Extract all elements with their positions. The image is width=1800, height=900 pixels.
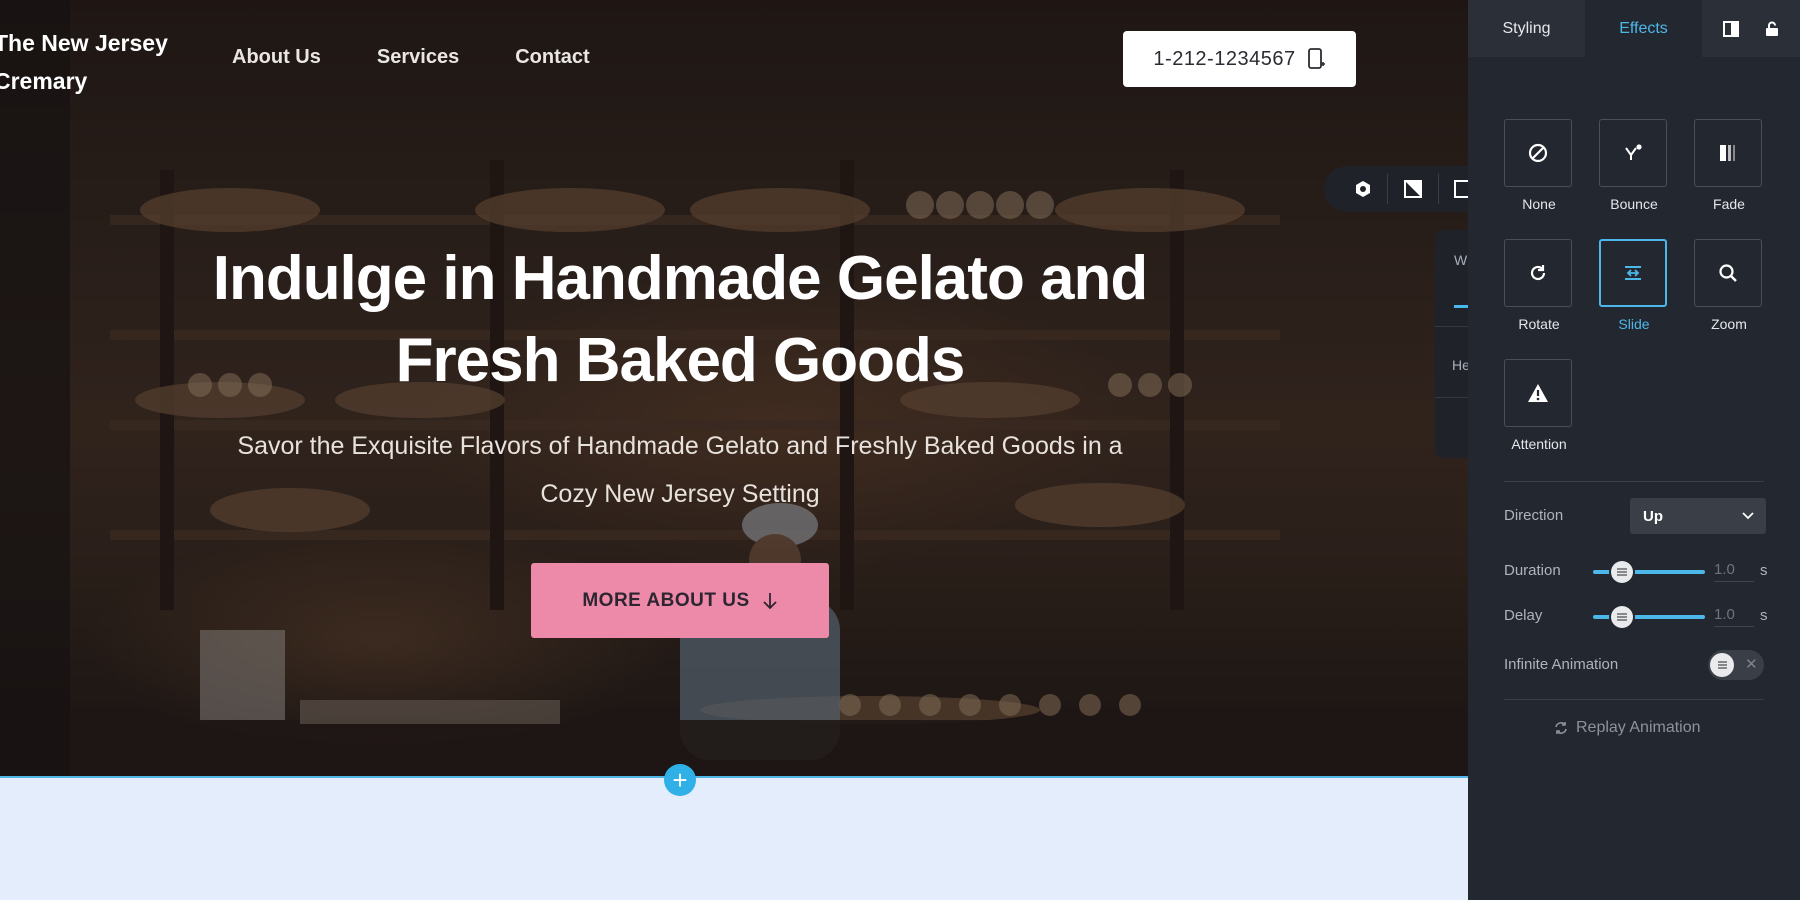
effect-label: Bounce: [1610, 196, 1658, 212]
panel-divider: [1504, 481, 1764, 482]
element-toolbar: [1324, 166, 1468, 212]
peek-tab-label: W: [1454, 252, 1468, 268]
infinite-animation-toggle[interactable]: ✕: [1708, 650, 1764, 680]
effect-label: Rotate: [1518, 316, 1560, 332]
section-boundary-line: [0, 776, 1468, 778]
delay-unit: s: [1760, 607, 1768, 624]
editor-canvas: The New Jersey Cremary About Us Services…: [0, 0, 1468, 900]
effect-bounce[interactable]: Bounce: [1599, 119, 1669, 212]
nav-item-about-us[interactable]: About Us: [232, 46, 321, 69]
effect-fade[interactable]: Fade: [1694, 119, 1764, 212]
arrow-down-icon: [763, 592, 777, 609]
panel-divider: [1504, 699, 1764, 700]
mobile-phone-icon: [1307, 48, 1325, 69]
replay-label: Replay Animation: [1576, 719, 1701, 736]
duration-input[interactable]: 1.0: [1714, 561, 1754, 582]
attention-icon: [1504, 359, 1572, 427]
peek-row-label: He: [1452, 357, 1468, 373]
phone-number: 1-212-1234567: [1153, 47, 1296, 70]
effect-label: Slide: [1618, 316, 1650, 332]
duration-label: Duration: [1504, 562, 1561, 579]
hero-heading[interactable]: Indulge in Handmade Gelato and Fresh Bak…: [160, 238, 1200, 402]
select-box-icon[interactable]: [1439, 166, 1468, 212]
panel-tab-icons: [1702, 0, 1800, 57]
phone-button[interactable]: 1-212-1234567: [1123, 31, 1356, 87]
slide-icon: [1599, 239, 1667, 307]
style-icon[interactable]: [1388, 166, 1437, 212]
rotate-icon: [1504, 239, 1572, 307]
direction-select[interactable]: Up: [1630, 498, 1766, 534]
effect-none[interactable]: None: [1504, 119, 1574, 212]
nav-item-contact[interactable]: Contact: [515, 46, 589, 69]
replay-icon: [1555, 722, 1567, 734]
duration-unit: s: [1760, 562, 1768, 579]
none-icon: [1504, 119, 1572, 187]
duration-slider[interactable]: [1593, 561, 1705, 583]
site-brand[interactable]: The New Jersey Cremary: [0, 24, 184, 100]
hero-section[interactable]: The New Jersey Cremary About Us Services…: [0, 0, 1468, 776]
replay-animation-button[interactable]: Replay Animation: [1554, 719, 1701, 737]
infinite-animation-label: Infinite Animation: [1504, 656, 1619, 673]
close-icon: ✕: [1745, 656, 1758, 673]
effect-slide[interactable]: Slide: [1599, 239, 1669, 332]
toggle-knob: [1710, 653, 1734, 677]
effect-attention[interactable]: Attention: [1504, 359, 1574, 452]
effect-label: Fade: [1713, 196, 1745, 212]
slider-handle[interactable]: [1611, 561, 1633, 583]
zoom-icon: [1694, 239, 1762, 307]
effect-label: Attention: [1511, 436, 1567, 452]
delay-label: Delay: [1504, 607, 1543, 624]
effect-label: None: [1522, 196, 1556, 212]
unlock-icon[interactable]: [1762, 19, 1782, 39]
layout-icon[interactable]: [1721, 19, 1741, 39]
peek-divider: [1435, 326, 1468, 327]
direction-value: Up: [1643, 507, 1663, 525]
peek-tab-underline: [1454, 305, 1468, 308]
effects-settings-panel: Styling Effects None Bounce Fade Rotate …: [1468, 0, 1800, 900]
delay-input[interactable]: 1.0: [1714, 606, 1754, 627]
hero-subheading[interactable]: Savor the Exquisite Flavors of Handmade …: [230, 422, 1130, 518]
slider-handle[interactable]: [1611, 606, 1633, 628]
add-section-button[interactable]: +: [664, 764, 696, 796]
chevron-down-icon: [1742, 512, 1754, 520]
effect-zoom[interactable]: Zoom: [1694, 239, 1764, 332]
tab-styling[interactable]: Styling: [1468, 0, 1585, 57]
nav-item-services[interactable]: Services: [377, 46, 459, 69]
delay-slider[interactable]: [1593, 606, 1705, 628]
effect-label: Zoom: [1711, 316, 1747, 332]
fade-icon: [1694, 119, 1762, 187]
tab-effects[interactable]: Effects: [1585, 0, 1702, 57]
direction-label: Direction: [1504, 507, 1564, 524]
peek-divider: [1435, 397, 1468, 398]
settings-hex-icon[interactable]: [1338, 166, 1387, 212]
background-settings-panel[interactable]: W He: [1435, 230, 1468, 458]
panel-tabs: Styling Effects: [1468, 0, 1800, 57]
cta-label: MORE ABOUT US: [582, 589, 750, 611]
main-nav: About Us Services Contact: [232, 46, 590, 69]
effect-rotate[interactable]: Rotate: [1504, 239, 1574, 332]
bounce-icon: [1599, 119, 1667, 187]
more-about-us-button[interactable]: MORE ABOUT US: [531, 563, 829, 638]
